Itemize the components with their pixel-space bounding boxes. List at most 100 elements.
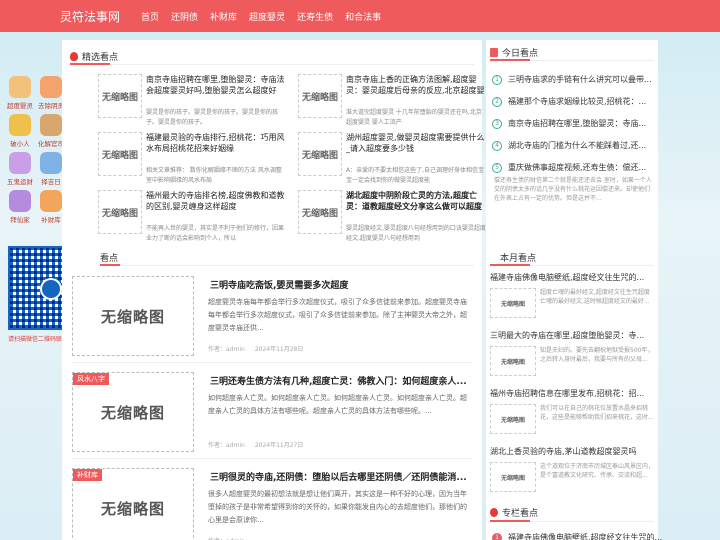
nav-item-life-debt[interactable]: 还寿生债	[297, 10, 333, 23]
app-icon	[40, 114, 62, 136]
featured-title[interactable]: 南京寺庙上香的正确方法图解,超度婴灵：婴灵超度后母亲的反应,北京超度婴	[346, 74, 486, 96]
app-shortcut[interactable]: 超度婴灵	[5, 76, 35, 110]
rank-badge: 5	[492, 162, 502, 173]
featured-title[interactable]: 湖州超度婴灵,做婴灵超度需要提供什么_请入超度要多少钱	[346, 132, 486, 154]
category-tag[interactable]: 风水八字	[73, 373, 109, 385]
post-divider	[72, 458, 472, 459]
today-item[interactable]: 2 福建那个寺庙求姻缘比较灵,招桃花：...	[492, 96, 646, 107]
app-icon	[9, 190, 31, 212]
featured-title[interactable]: 湖北超度中阴阶段亡灵的方法,超度亡灵：道教超度经文分享这么做可以超度	[346, 190, 486, 212]
thumbnail-placeholder: 无缩略图	[500, 300, 525, 308]
wechat-icon	[40, 278, 62, 300]
month-thumbnail[interactable]: 无缩略图	[490, 346, 536, 376]
post-thumbnail[interactable]: 无缩略图	[72, 276, 194, 356]
app-icon	[9, 152, 31, 174]
featured-excerpt: 准大道完超度婴灵 十几年前堕胎的婴灵还在吗,北京超度婴灵 婴人工流产	[346, 109, 482, 126]
month-item-title[interactable]: 福建寺庙佛像电脑壁纸,超度经文往生咒的...	[490, 272, 644, 283]
today-heading: 今日看点	[490, 46, 538, 59]
thumbnail-placeholder: 无缩略图	[100, 499, 165, 518]
featured-divider	[70, 63, 474, 65]
app-label: 五鬼运财	[7, 178, 33, 186]
featured-title[interactable]: 南京寺庙招聘在哪里,堕胎婴灵：寺庙法会超度婴灵好吗,堕胎婴灵怎么超度好	[146, 74, 286, 96]
sidebar: 今日看点 1 三明寺庙求的手链有什么讲究可以叠带... 2 福建那个寺庙求姻缘比较灵,…	[486, 40, 662, 540]
main-content: 精选看点 无缩略图 南京寺庙招聘在哪里,堕胎婴灵：寺庙法会超度婴灵好吗,堕胎婴灵怎…	[62, 40, 486, 540]
thumbnail-placeholder: 无缩略图	[500, 416, 525, 424]
featured-thumbnail[interactable]: 无缩略图	[98, 190, 142, 234]
month-item-title[interactable]: 三明最大的寺庙在哪里,超度堕胎婴灵：寺...	[490, 330, 644, 341]
nav-item-yin-debt[interactable]: 还阴债	[171, 10, 198, 23]
nav-item-infant-spirit[interactable]: 超度婴灵	[249, 10, 285, 23]
featured-excerpt: A：亲爱的不要太相信这些了,自己调理好身体相信宝宝一定会找到你的做婴灵超度能	[346, 167, 485, 184]
featured-thumbnail[interactable]: 无缩略图	[298, 74, 342, 118]
featured-thumbnail[interactable]: 无缩略图	[298, 132, 342, 176]
month-excerpt: 超度亡魂的最好经文,超度经文往生咒超度亡魂的最好经文,这时候超度经文的最好...	[540, 289, 650, 305]
featured-excerpt: 婴灵超度经文,婴灵超度八句经想用到的口诀婴灵超度经文,超度婴灵八句经想用到	[346, 225, 486, 242]
posts-divider	[100, 264, 474, 266]
month-thumbnail[interactable]: 无缩略图	[490, 404, 536, 434]
today-item[interactable]: 3 南京寺庙招聘在哪里,堕胎婴灵：寺庙...	[492, 118, 646, 129]
today-item-title: 湖北寺庙的门槛为什么不能踩着过,还...	[508, 141, 647, 150]
post-title[interactable]: 三明还寿生债方法有几种,超度亡灵：佛教入门：如何超度亲人...	[210, 374, 472, 387]
app-shortcut[interactable]: 拜仙家	[5, 190, 35, 224]
month-thumbnail[interactable]: 无缩略图	[490, 288, 536, 318]
app-icon	[9, 76, 31, 98]
month-item-title[interactable]: 福州寺庙招聘信息在哪里发布,招桃花：招...	[490, 388, 644, 399]
nav-item-harmony[interactable]: 和合法事	[345, 10, 381, 23]
month-item-title[interactable]: 湖北上香灵验的寺庙,茅山道教超度婴灵吗	[490, 446, 637, 457]
thumbnail-placeholder: 无缩略图	[500, 358, 525, 366]
post-meta: 作者：admin	[208, 536, 245, 540]
nav-item-wealth-vault[interactable]: 补财库	[210, 10, 237, 23]
posts-heading: 看点	[100, 254, 119, 264]
featured-excerpt: 不能再入世的婴灵，其实是不利于他们的修行，因果业力了断的话会影响到个人，所以	[146, 225, 285, 242]
rank-badge: 4	[492, 140, 502, 151]
post-excerpt: 超度婴灵寺庙每年都会举行多次超度仪式，吸引了众多信徒前来参加。超度婴灵寺庙每年都…	[208, 298, 467, 332]
special-heading: 专栏看点	[490, 506, 538, 519]
thumbnail-placeholder: 无缩略图	[301, 92, 338, 103]
app-label: 拜仙家	[10, 216, 30, 224]
calendar-icon	[490, 48, 498, 57]
app-label: 破小人	[10, 140, 30, 148]
featured-thumbnail[interactable]: 无缩略图	[98, 132, 142, 176]
cloud-icon	[490, 508, 498, 517]
today-item[interactable]: 1 三明寺庙求的手链有什么讲究可以叠带...	[492, 74, 652, 85]
post-meta: 作者：admin 2024年11月28日	[208, 344, 303, 353]
app-icon	[9, 114, 31, 136]
app-shortcut[interactable]: 五鬼运财	[5, 152, 35, 186]
post-author: 作者：admin	[208, 346, 245, 353]
thumbnail-placeholder: 无缩略图	[101, 92, 138, 103]
featured-thumbnail[interactable]: 无缩略图	[98, 74, 142, 118]
app-shortcut[interactable]: 破小人	[5, 114, 35, 148]
month-thumbnail[interactable]: 无缩略图	[490, 462, 536, 492]
featured-title[interactable]: 福建最灵验的寺庙排行,招桃花：巧用风水布局招桃花招来好姻缘	[146, 132, 286, 154]
post-divider	[72, 362, 472, 363]
thumbnail-placeholder: 无缩略图	[301, 208, 338, 219]
post-excerpt: 如何超度亲人亡灵。如何超度亲人亡灵。如何超度亲人亡灵。如何超度亲人亡灵。超度亲人…	[208, 394, 467, 415]
special-item[interactable]: 1 福建寺庙佛像电脑壁纸,超度经文往生咒的...	[492, 532, 662, 540]
today-item-title: 重庆做佛事超度视频,还寿生债：偿还...	[508, 163, 647, 172]
thumbnail-placeholder: 无缩略图	[101, 150, 138, 161]
featured-thumbnail[interactable]: 无缩略图	[298, 190, 342, 234]
post-date: 2024年11月27日	[254, 442, 304, 449]
rank-badge: 1	[492, 74, 502, 85]
app-icon	[40, 190, 62, 212]
post-thumbnail[interactable]: 无缩略图 风水八字	[72, 372, 194, 452]
today-item[interactable]: 5 重庆做佛事超度视频,还寿生债：偿还...	[492, 162, 646, 173]
main-nav: 首页 还阴债 补财库 超度婴灵 还寿生债 和合法事	[141, 10, 381, 23]
app-label: 超度婴灵	[7, 102, 33, 110]
featured-title[interactable]: 福州最大的寺庙排名榜,超度佛教和道教的区别,婴灵缠身这样超度	[146, 190, 286, 212]
today-divider	[490, 59, 654, 61]
post-title[interactable]: 三明很灵的寺庙,还阴债：堕胎以后去哪里还阴债／还阴债能消...	[210, 470, 472, 483]
today-item[interactable]: 4 湖北寺庙的门槛为什么不能踩着过,还...	[492, 140, 646, 151]
month-excerpt: 这个道观位于济南市历城区泰山风景区内，是个富道教文化研究、传承、交流和超...	[540, 463, 654, 479]
rank-badge: 3	[492, 118, 502, 129]
post-thumbnail[interactable]: 无缩略图 补财库	[72, 468, 194, 540]
post-title[interactable]: 三明寺庙吃斋饭,婴灵需要多次超度	[210, 278, 472, 291]
post-meta: 作者：admin 2024年11月27日	[208, 440, 303, 449]
category-tag[interactable]: 补财库	[73, 469, 102, 481]
post-date: 2024年11月28日	[254, 346, 304, 353]
app-icon	[40, 152, 62, 174]
site-logo[interactable]: 灵符法事网	[60, 8, 120, 25]
today-item-title: 南京寺庙招聘在哪里,堕胎婴灵：寺庙...	[508, 119, 647, 128]
nav-item-home[interactable]: 首页	[141, 10, 159, 23]
month-heading: 本月看点	[500, 254, 537, 264]
